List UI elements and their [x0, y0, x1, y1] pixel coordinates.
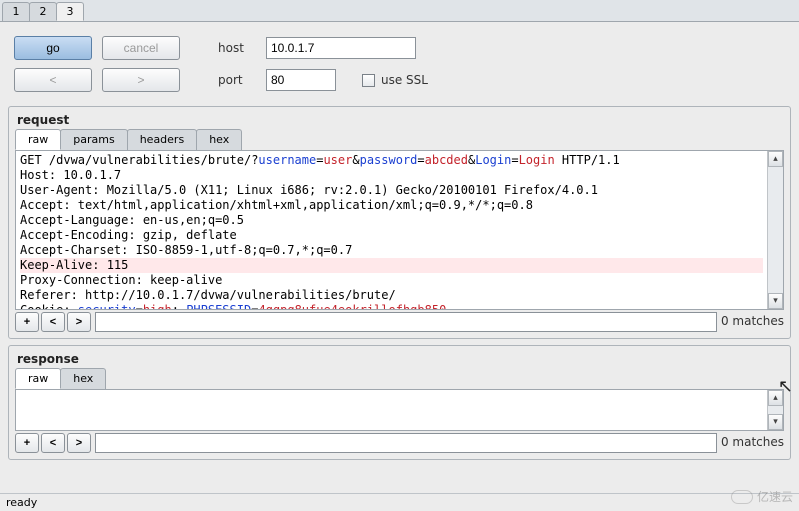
request-footer: + < > 0 matches — [15, 312, 784, 332]
response-scrollbar[interactable]: ▴ ▾ — [767, 390, 783, 430]
response-match-count: 0 matches — [721, 433, 784, 453]
response-prev-match-button[interactable]: < — [41, 433, 65, 453]
checkbox-icon — [362, 74, 375, 87]
response-content-box: ▴ ▾ — [15, 389, 784, 431]
request-panel: request raw params headers hex GET /dvwa… — [8, 106, 791, 339]
host-input[interactable] — [266, 37, 416, 59]
request-scrollbar[interactable]: ▴ ▾ — [767, 151, 783, 309]
request-tab-hex[interactable]: hex — [196, 129, 242, 150]
response-tab-raw[interactable]: raw — [15, 368, 61, 389]
scroll-up-icon[interactable]: ▴ — [768, 390, 783, 406]
cancel-button[interactable]: cancel — [102, 36, 180, 60]
request-tab-params[interactable]: params — [60, 129, 127, 150]
host-label: host — [218, 41, 256, 55]
go-button[interactable]: go — [14, 36, 92, 60]
request-next-match-button[interactable]: > — [67, 312, 91, 332]
status-bar: ready — [0, 493, 799, 511]
response-add-button[interactable]: + — [15, 433, 39, 453]
controls-row-1: go cancel host — [0, 22, 799, 60]
response-search-input[interactable] — [95, 433, 717, 453]
request-title: request — [9, 107, 790, 129]
window-tab-3[interactable]: 3 — [56, 2, 84, 21]
response-footer: + < > 0 matches — [15, 433, 784, 453]
use-ssl-label: use SSL — [381, 73, 428, 87]
scroll-down-icon[interactable]: ▾ — [768, 414, 783, 430]
scroll-up-icon[interactable]: ▴ — [768, 151, 783, 167]
request-add-button[interactable]: + — [15, 312, 39, 332]
window-tab-1[interactable]: 1 — [2, 2, 30, 21]
request-content-box: GET /dvwa/vulnerabilities/brute/?usernam… — [15, 150, 784, 310]
request-textarea[interactable]: GET /dvwa/vulnerabilities/brute/?usernam… — [16, 151, 767, 309]
window-tab-2[interactable]: 2 — [29, 2, 57, 21]
request-prev-match-button[interactable]: < — [41, 312, 65, 332]
response-title: response — [9, 346, 790, 368]
response-next-match-button[interactable]: > — [67, 433, 91, 453]
response-panel: response raw hex ▴ ▾ + < > 0 matches — [8, 345, 791, 460]
response-textarea[interactable] — [16, 390, 767, 430]
port-label: port — [218, 73, 256, 87]
controls-row-2: < > port use SSL — [0, 60, 799, 106]
window-tabs: 1 2 3 — [0, 0, 799, 22]
request-tab-headers[interactable]: headers — [127, 129, 197, 150]
request-tabs: raw params headers hex — [9, 129, 790, 150]
request-search-input[interactable] — [95, 312, 717, 332]
prev-button[interactable]: < — [14, 68, 92, 92]
request-match-count: 0 matches — [721, 312, 784, 332]
port-input[interactable] — [266, 69, 336, 91]
response-tabs: raw hex — [9, 368, 790, 389]
use-ssl-checkbox[interactable]: use SSL — [362, 73, 428, 87]
scroll-down-icon[interactable]: ▾ — [768, 293, 783, 309]
next-button[interactable]: > — [102, 68, 180, 92]
request-tab-raw[interactable]: raw — [15, 129, 61, 150]
response-tab-hex[interactable]: hex — [60, 368, 106, 389]
